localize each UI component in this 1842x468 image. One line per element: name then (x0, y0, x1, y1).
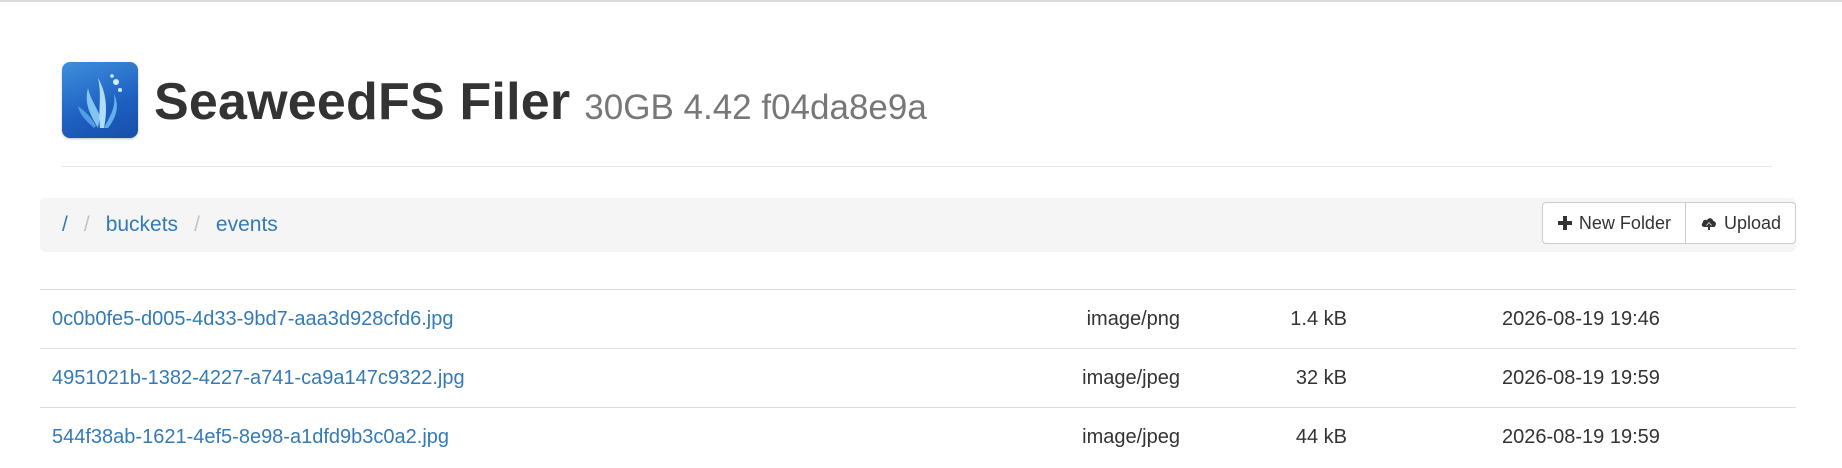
cloud-upload-icon (1700, 215, 1718, 231)
file-size: 32 kB (1295, 366, 1347, 389)
file-name-cell: 0c0b0fe5-d005-4d33-9bd7-aaa3d928cfd6.jpg (52, 290, 453, 348)
file-name-cell: 544f38ab-1621-4ef5-8e98-a1dfd9b3c0a2.jpg (52, 408, 449, 466)
breadcrumb-root[interactable]: / (62, 213, 68, 237)
file-link[interactable]: 4951021b-1382-4227-a741-ca9a147c9322.jpg (52, 367, 465, 390)
action-buttons: New Folder Upload (1541, 202, 1796, 244)
file-name-cell: 4951021b-1382-4227-a741-ca9a147c9322.jpg (52, 349, 465, 407)
seaweed-logo-icon (62, 62, 138, 138)
file-type: image/jpeg (1082, 366, 1180, 389)
breadcrumb: / / buckets / events (62, 198, 278, 252)
new-folder-label: New Folder (1578, 212, 1671, 233)
file-link[interactable]: 0c0b0fe5-d005-4d33-9bd7-aaa3d928cfd6.jpg (52, 308, 453, 331)
file-size: 1.4 kB (1290, 307, 1347, 330)
table-row: 4951021b-1382-4227-a741-ca9a147c9322.jpg… (40, 348, 1796, 407)
top-border (0, 0, 1842, 2)
file-table: 0c0b0fe5-d005-4d33-9bd7-aaa3d928cfd6.jpg… (40, 289, 1796, 466)
file-modified: 2026-08-19 19:59 (1502, 366, 1660, 389)
breadcrumb-separator: / (83, 213, 90, 236)
plus-icon (1557, 215, 1573, 231)
file-modified: 2026-08-19 19:46 (1502, 307, 1660, 330)
file-size: 44 kB (1295, 425, 1347, 448)
version-info: 30GB 4.42 f04da8e9a (584, 88, 927, 127)
header-divider (62, 166, 1772, 167)
page-title: SeaweedFS Filer (154, 73, 571, 131)
table-row: 544f38ab-1621-4ef5-8e98-a1dfd9b3c0a2.jpg… (40, 407, 1796, 466)
table-row: 0c0b0fe5-d005-4d33-9bd7-aaa3d928cfd6.jpg… (40, 289, 1796, 348)
new-folder-button[interactable]: New Folder (1541, 202, 1686, 244)
breadcrumb-item-events[interactable]: events (216, 213, 278, 237)
file-link[interactable]: 544f38ab-1621-4ef5-8e98-a1dfd9b3c0a2.jpg (52, 426, 449, 449)
file-type: image/jpeg (1082, 425, 1180, 448)
breadcrumb-separator: / (194, 213, 200, 236)
file-modified: 2026-08-19 19:59 (1502, 425, 1660, 448)
breadcrumb-item-buckets[interactable]: buckets (106, 213, 178, 237)
toolbar: / / buckets / events New Folder Upload (40, 198, 1796, 252)
upload-label: Upload (1723, 212, 1781, 233)
page-header: SeaweedFS Filer 30GB 4.42 f04da8e9a (62, 58, 927, 142)
upload-button[interactable]: Upload (1685, 202, 1796, 244)
file-type: image/png (1086, 307, 1180, 330)
